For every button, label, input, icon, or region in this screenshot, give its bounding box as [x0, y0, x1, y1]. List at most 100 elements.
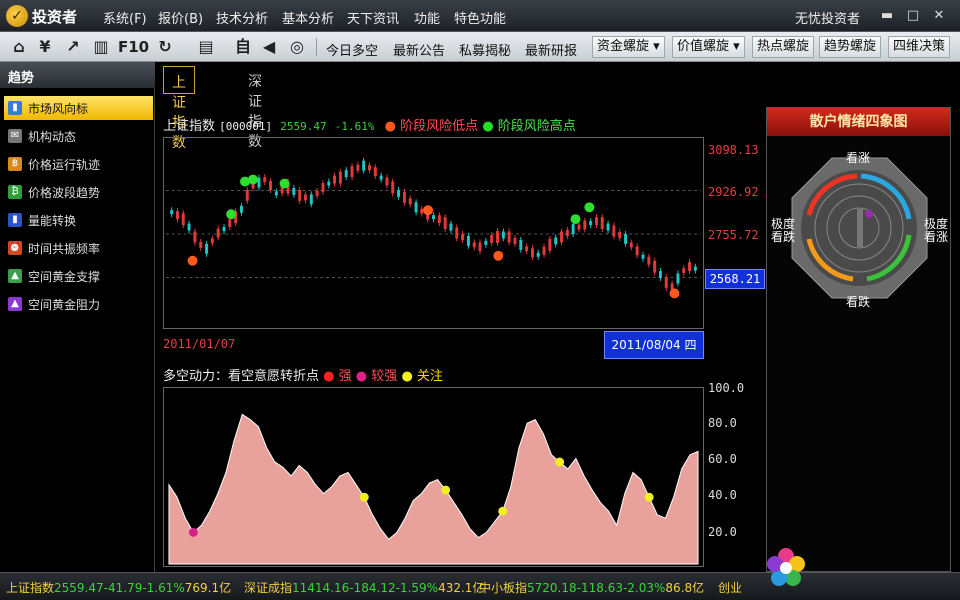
candle	[216, 228, 220, 238]
sidebar-item-icon: ⏰	[8, 241, 22, 255]
menu-tech-analysis[interactable]: 技术分析	[216, 8, 268, 27]
status-ticker[interactable]: 深证成指11414.16-184.12-1.59%432.1亿	[244, 579, 484, 596]
fund-spiral-dropdown[interactable]: 资金螺旋 ▾	[592, 36, 665, 58]
candle	[263, 177, 267, 183]
status-change: -118.63	[576, 581, 623, 595]
sidebar-item-label: 价格波段趋势	[28, 185, 101, 200]
sidebar-item-label: 机构动态	[28, 129, 77, 144]
yen-icon[interactable]: ¥	[34, 36, 56, 58]
candle	[525, 246, 529, 252]
candle	[379, 175, 383, 180]
refresh-icon[interactable]: ↻	[154, 36, 176, 58]
status-pct: -2.03%	[622, 581, 666, 595]
quadrant-dial[interactable]	[787, 153, 932, 303]
home-icon[interactable]: ⌂	[8, 36, 30, 58]
sidebar: 趋势 ▮ 市场风向标 ✉ 机构动态 ฿ 价格运行轨迹 ₿ 价格波段趋势 ▮ 量能转换 ⏰ 时间共振频率…	[0, 62, 155, 572]
candle	[664, 277, 668, 288]
candle	[432, 215, 435, 220]
sidebar-item-label: 空间黄金支撑	[28, 269, 101, 284]
candle	[269, 181, 272, 190]
sidebar-item-icon: ฿	[8, 157, 22, 171]
menu-news[interactable]: 天下资讯	[347, 8, 399, 27]
sidebar-item-icon: ▲	[8, 297, 22, 311]
candle	[542, 246, 546, 255]
fund-spiral-label: 资金螺旋	[597, 39, 650, 54]
y-label: 40.0	[708, 488, 737, 502]
self-select-icon[interactable]: 自	[232, 36, 254, 58]
private-equity-link[interactable]: 私募揭秘	[459, 40, 511, 59]
menu-special[interactable]: 特色功能	[454, 8, 506, 27]
kline-chart[interactable]	[163, 137, 704, 329]
candle	[466, 235, 470, 246]
sidebar-item[interactable]: ✉ 机构动态	[4, 124, 153, 148]
index-name: 上证指数	[163, 119, 216, 134]
maximize-icon[interactable]: □	[904, 7, 922, 25]
chart-icon[interactable]: ↗	[62, 36, 84, 58]
candle	[629, 242, 633, 248]
candle	[350, 166, 354, 178]
close-icon[interactable]: ✕	[930, 7, 948, 25]
candle	[356, 164, 360, 171]
status-ticker[interactable]: 中小板指5720.18-118.63-2.03%86.8亿	[479, 579, 704, 596]
restore-icon[interactable]: ▬	[878, 7, 896, 25]
sidebar-item[interactable]: ฿ 价格运行轨迹	[4, 152, 153, 176]
legend-watch: 关注	[416, 369, 443, 384]
candle	[292, 187, 296, 195]
candle	[536, 252, 540, 257]
status-change: -41.79	[103, 581, 143, 595]
y-label: 20.0	[708, 525, 737, 539]
candle	[176, 211, 179, 220]
candle	[635, 246, 639, 256]
turning-point-marker	[498, 506, 508, 516]
menu-system[interactable]: 系统(F)	[103, 8, 147, 27]
app-name: 投资者	[32, 7, 78, 26]
sidebar-item[interactable]: ⏰ 时间共振频率	[4, 236, 153, 260]
trend-spiral-button[interactable]: 趋势螺旋	[819, 36, 882, 58]
index-change: -1.61%	[334, 120, 375, 133]
sidebar-item-label: 价格运行轨迹	[28, 157, 101, 172]
sidebar-item[interactable]: ▲ 空间黄金支撑	[4, 264, 153, 288]
f10-button[interactable]: F10	[118, 36, 149, 58]
today-longshort-link[interactable]: 今日多空	[326, 40, 378, 59]
latest-announcement-link[interactable]: 最新公告	[393, 40, 445, 59]
hot-spiral-button[interactable]: 热点螺旋	[752, 36, 815, 58]
layout-icon[interactable]: ▤	[195, 36, 217, 58]
status-amount: 769.1亿	[184, 581, 232, 595]
candle	[589, 221, 593, 226]
candle	[571, 224, 575, 234]
sidebar-item[interactable]: ▮ 市场风向标	[4, 96, 153, 120]
menu-function[interactable]: 功能	[414, 8, 440, 27]
candle	[193, 231, 197, 243]
candle	[199, 241, 203, 248]
tab-shenzhen-index[interactable]: 深证指数	[240, 66, 270, 150]
sidebar-item[interactable]: ▮ 量能转换	[4, 208, 153, 232]
status-amount: 432.1亿	[438, 581, 485, 595]
candle	[647, 256, 651, 265]
sidebar-item[interactable]: ₿ 价格波段趋势	[4, 180, 153, 204]
sentiment-title-text: 多空动力：看空意愿转折点	[163, 369, 320, 384]
tab-shanghai-index[interactable]: 上证指数	[163, 66, 195, 151]
candle	[245, 189, 249, 201]
candle	[333, 175, 337, 184]
risk-low-marker	[493, 250, 504, 261]
sentiment-chart[interactable]	[163, 387, 704, 567]
candle	[373, 167, 377, 177]
candle	[560, 231, 564, 243]
sound-icon[interactable]: ◀	[258, 36, 280, 58]
menu-fundamental[interactable]: 基本分析	[282, 8, 334, 27]
four-dim-button[interactable]: 四维决策	[888, 36, 951, 58]
status-ticker[interactable]: 上证指数2559.47-41.79-1.61%769.1亿	[6, 579, 231, 596]
target-icon[interactable]: ◎	[286, 36, 308, 58]
candle	[385, 177, 389, 186]
status-label: 上证指数	[6, 581, 55, 595]
candle	[641, 254, 645, 259]
toolbar: ⌂ ¥ ↗ ▥ F10 ↻ ▤ 自 ◀ ◎ 今日多空 最新公告 私募揭秘 最新研…	[0, 32, 960, 62]
value-spiral-dropdown[interactable]: 价值螺旋 ▾	[672, 36, 745, 58]
latest-research-link[interactable]: 最新研报	[525, 40, 577, 59]
bars-icon[interactable]: ▥	[90, 36, 112, 58]
sidebar-item[interactable]: ▲ 空间黄金阻力	[4, 292, 153, 316]
menu-quote[interactable]: 报价(B)	[158, 8, 203, 27]
status-label: 中小板指	[479, 581, 528, 595]
status-ticker[interactable]: 创业	[718, 579, 742, 596]
watch-dot-icon: ●	[401, 369, 413, 384]
